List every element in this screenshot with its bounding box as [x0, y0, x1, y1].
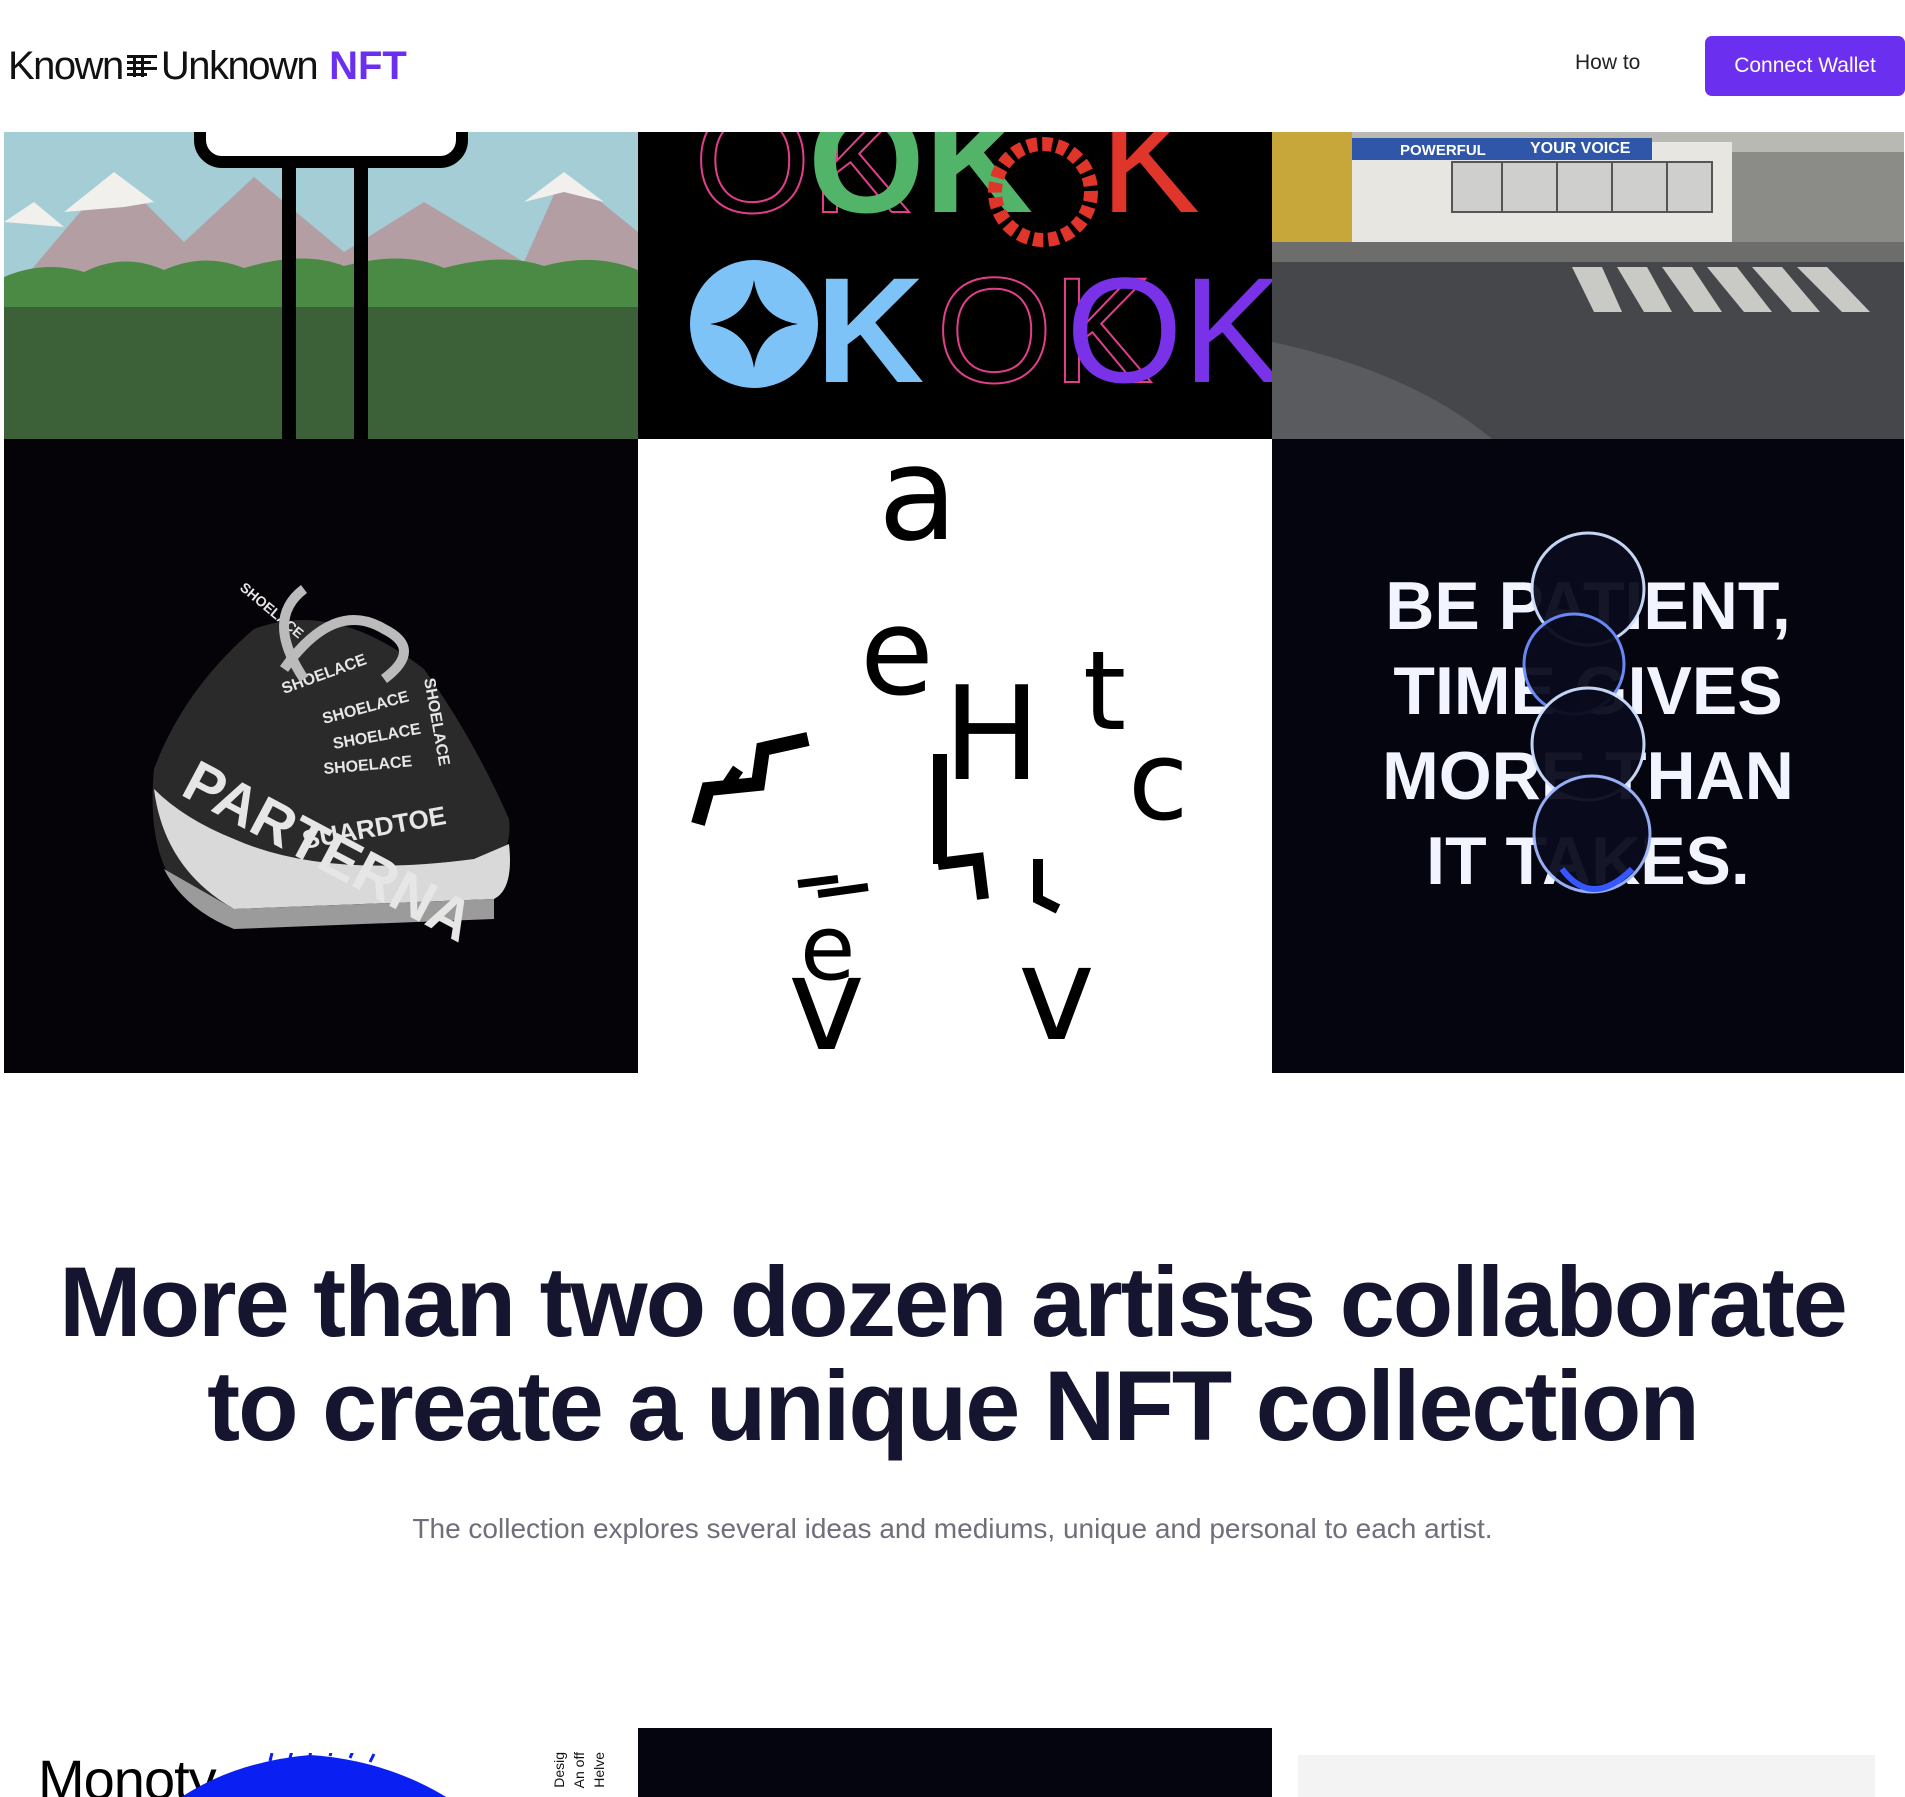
hero-headline: More than two dozen artists collaborate … — [0, 1250, 1905, 1458]
hero-subline: The collection explores several ideas an… — [412, 1513, 1493, 1544]
artwork-ok-typography[interactable]: OK OK K K OK OK — [638, 132, 1272, 439]
blue-fan-shape — [181, 1753, 447, 1797]
sneaker-illustration: PARTERNA SUARDTOE SHOELACE SHOELACE SHOE… — [152, 579, 510, 955]
artwork-landscape-sign[interactable] — [4, 132, 638, 439]
k-red-text: K — [1100, 132, 1200, 244]
artwork-street-photo[interactable]: POWERFUL YOUR VOICE — [1272, 132, 1904, 439]
street-sign-your-voice: YOUR VOICE — [1530, 140, 1631, 157]
quote-illustration: BE PATIENT, TIME GIVES MORE THAN IT TAKE… — [1382, 531, 1794, 899]
figure-letter-c: c — [1128, 717, 1188, 845]
landscape-illustration — [4, 132, 638, 439]
street-sign-powerful: POWERFUL — [1400, 142, 1486, 159]
vertical-caption-1: Helve — [591, 1752, 607, 1788]
artwork-sneaker[interactable]: PARTERNA SUARDTOE SHOELACE SHOELACE SHOE… — [4, 439, 638, 1073]
nav-how-to-link[interactable]: How to — [1575, 51, 1640, 75]
logo-word-known: Known — [8, 43, 124, 88]
vertical-caption-2: An off — [571, 1752, 587, 1789]
figure-letter-e: e — [860, 584, 934, 723]
artwork-letter-figure[interactable]: a e H t c v v e — [638, 439, 1272, 1073]
logo-mark-icon — [126, 51, 157, 81]
street-illustration: POWERFUL YOUR VOICE — [1272, 132, 1904, 439]
logo-word-nft: NFT — [329, 43, 407, 88]
artwork-card-grey[interactable] — [1298, 1755, 1875, 1797]
figure-letter-e-low: e — [800, 896, 855, 1001]
svg-text:K: K — [816, 246, 924, 414]
site-header: Known Unknown NFT How to Connect Wallet — [0, 0, 1905, 132]
figure-letter-t: t — [1083, 627, 1126, 755]
hero-headline-line-1: More than two dozen artists collaborate — [59, 1246, 1848, 1357]
artwork-card-dark[interactable] — [638, 1728, 1272, 1797]
ok-purple-text: OK — [1066, 246, 1272, 414]
letter-figure-illustration: a e H t c v v e — [691, 439, 1188, 1073]
figure-letter-a: a — [878, 439, 958, 570]
ok-illustration: OK OK K K OK OK — [690, 132, 1272, 415]
hero-headline-line-2: to create a unique NFT collection — [207, 1350, 1700, 1461]
figure-letter-h: H — [943, 658, 1041, 810]
artwork-quote-spheres[interactable]: BE PATIENT, TIME GIVES MORE THAN IT TAKE… — [1272, 439, 1904, 1073]
vertical-caption-3: Desig — [551, 1752, 567, 1788]
logo-word-unknown: Unknown — [160, 43, 319, 88]
figure-letter-v-right: v — [1018, 918, 1095, 1070]
connect-wallet-button[interactable]: Connect Wallet — [1705, 36, 1905, 96]
site-logo[interactable]: Known Unknown NFT — [8, 44, 407, 88]
